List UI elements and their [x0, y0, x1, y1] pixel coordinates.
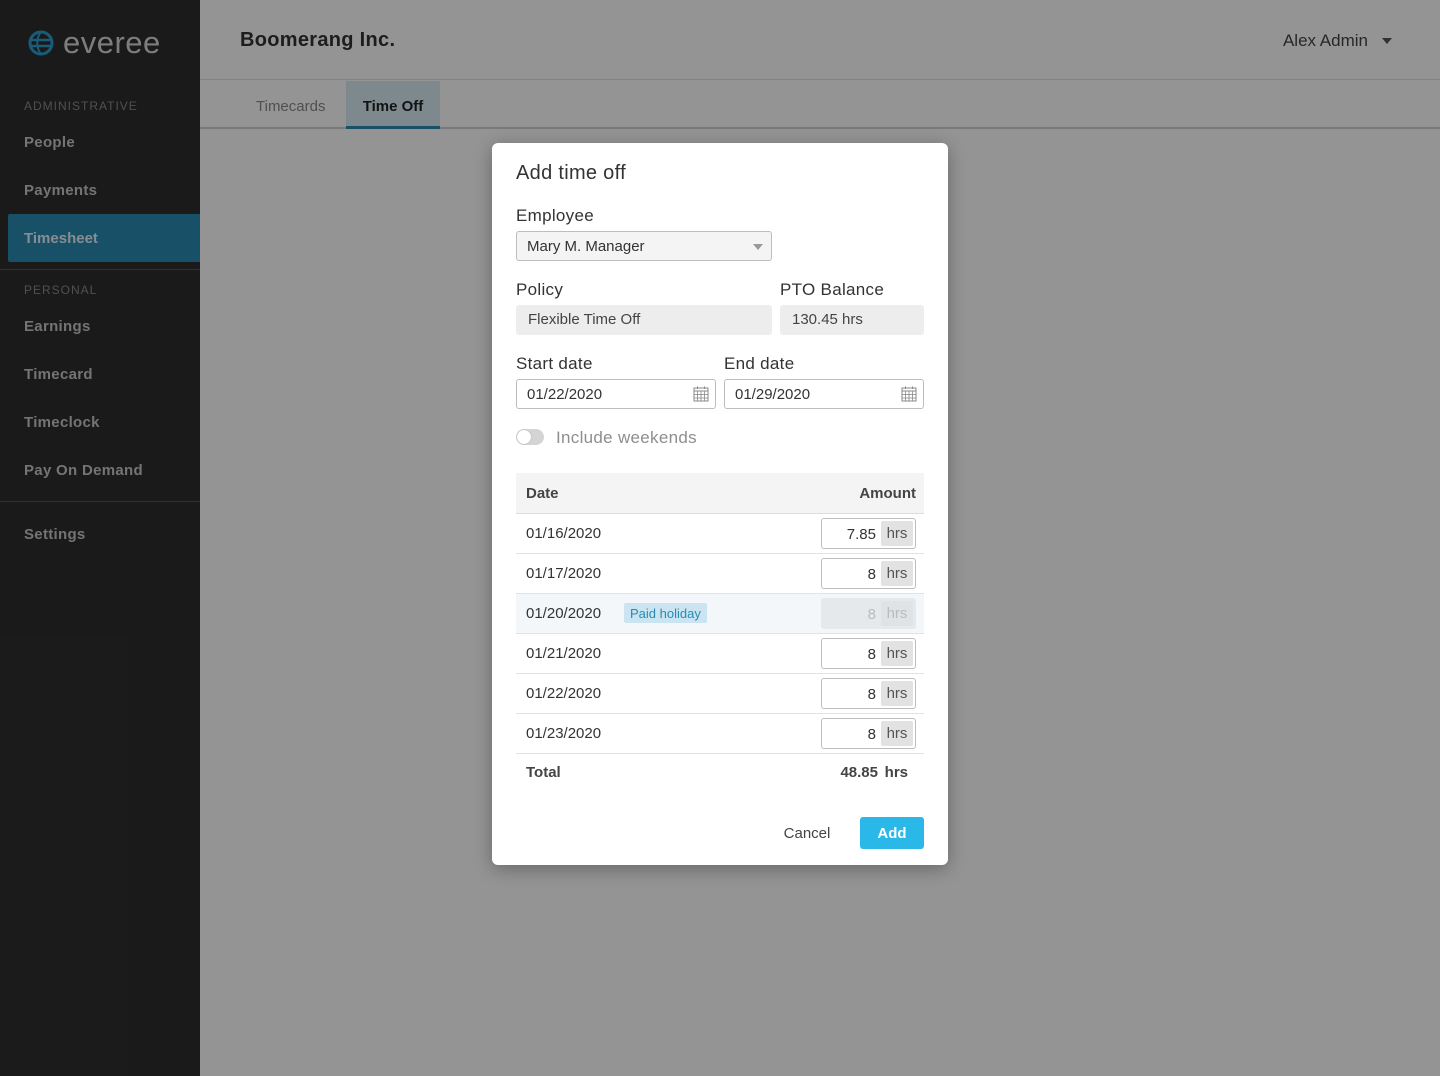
pto-balance-value: 130.45 hrs [792, 311, 863, 328]
start-date-input[interactable]: 01/22/2020 [516, 379, 716, 409]
pto-balance-field: 130.45 hrs [780, 305, 924, 335]
amount-input-disabled: 8 hrs [821, 598, 916, 629]
paid-holiday-badge: Paid holiday [624, 603, 707, 623]
row-date: 01/23/2020 [526, 725, 602, 742]
end-date-input[interactable]: 01/29/2020 [724, 379, 924, 409]
amount-input[interactable]: 8 hrs [821, 558, 916, 589]
end-date-label: End date [724, 354, 795, 373]
dialog-title: Add time off [516, 162, 626, 184]
calendar-icon[interactable] [901, 386, 917, 402]
time-off-table: Date Amount 01/16/2020 7.85 hrs 01/17/20… [516, 473, 924, 790]
amount-input[interactable]: 7.85 hrs [821, 518, 916, 549]
table-row: 01/20/2020 Paid holiday 8 hrs [516, 594, 924, 634]
total-unit: hrs [884, 764, 908, 781]
pto-balance-label: PTO Balance [780, 280, 885, 299]
table-total-row: Total 48.85 hrs [516, 754, 924, 790]
amount-input[interactable]: 8 hrs [821, 638, 916, 669]
amount-unit: hrs [881, 721, 913, 746]
policy-value: Flexible Time Off [528, 311, 641, 328]
include-weekends-label: Include weekends [556, 428, 697, 447]
table-row: 01/16/2020 7.85 hrs [516, 514, 924, 554]
amount-unit: hrs [881, 681, 913, 706]
table-row: 01/17/2020 8 hrs [516, 554, 924, 594]
amount-unit: hrs [881, 561, 913, 586]
start-date-value: 01/22/2020 [527, 386, 603, 403]
row-date: 01/17/2020 [526, 565, 602, 582]
cancel-button[interactable]: Cancel [772, 817, 842, 849]
table-row: 01/23/2020 8 hrs [516, 714, 924, 754]
amount-value: 8 [867, 686, 876, 703]
table-header: Date Amount [516, 473, 924, 514]
employee-select-value: Mary M. Manager [527, 238, 645, 255]
total-value: 48.85 [840, 764, 878, 781]
row-date: 01/20/2020 [526, 605, 602, 622]
policy-value-field: Flexible Time Off [516, 305, 772, 335]
amount-value: 8 [867, 726, 876, 743]
amount-unit: hrs [881, 641, 913, 666]
amount-value: 8 [867, 606, 876, 623]
end-date-value: 01/29/2020 [735, 386, 811, 403]
table-row: 01/21/2020 8 hrs [516, 634, 924, 674]
amount-unit: hrs [881, 521, 913, 546]
employee-label: Employee [516, 206, 594, 225]
row-date: 01/16/2020 [526, 525, 602, 542]
policy-label: Policy [516, 280, 564, 299]
add-time-off-dialog: Add time off Employee Mary M. Manager Po… [492, 143, 948, 865]
amount-value: 8 [867, 566, 876, 583]
amount-input[interactable]: 8 hrs [821, 718, 916, 749]
include-weekends-toggle[interactable] [516, 429, 544, 445]
start-date-label: Start date [516, 354, 593, 373]
add-button[interactable]: Add [860, 817, 924, 849]
employee-select[interactable]: Mary M. Manager [516, 231, 772, 261]
amount-value: 7.85 [846, 526, 876, 543]
calendar-icon[interactable] [693, 386, 709, 402]
table-row: 01/22/2020 8 hrs [516, 674, 924, 714]
row-date: 01/22/2020 [526, 685, 602, 702]
column-header-date: Date [526, 485, 559, 502]
total-label: Total [526, 764, 561, 781]
chevron-down-icon [753, 244, 763, 250]
amount-input[interactable]: 8 hrs [821, 678, 916, 709]
amount-unit: hrs [881, 601, 913, 626]
row-date: 01/21/2020 [526, 645, 602, 662]
amount-value: 8 [867, 646, 876, 663]
toggle-knob [517, 430, 531, 444]
column-header-amount: Amount [859, 485, 916, 502]
